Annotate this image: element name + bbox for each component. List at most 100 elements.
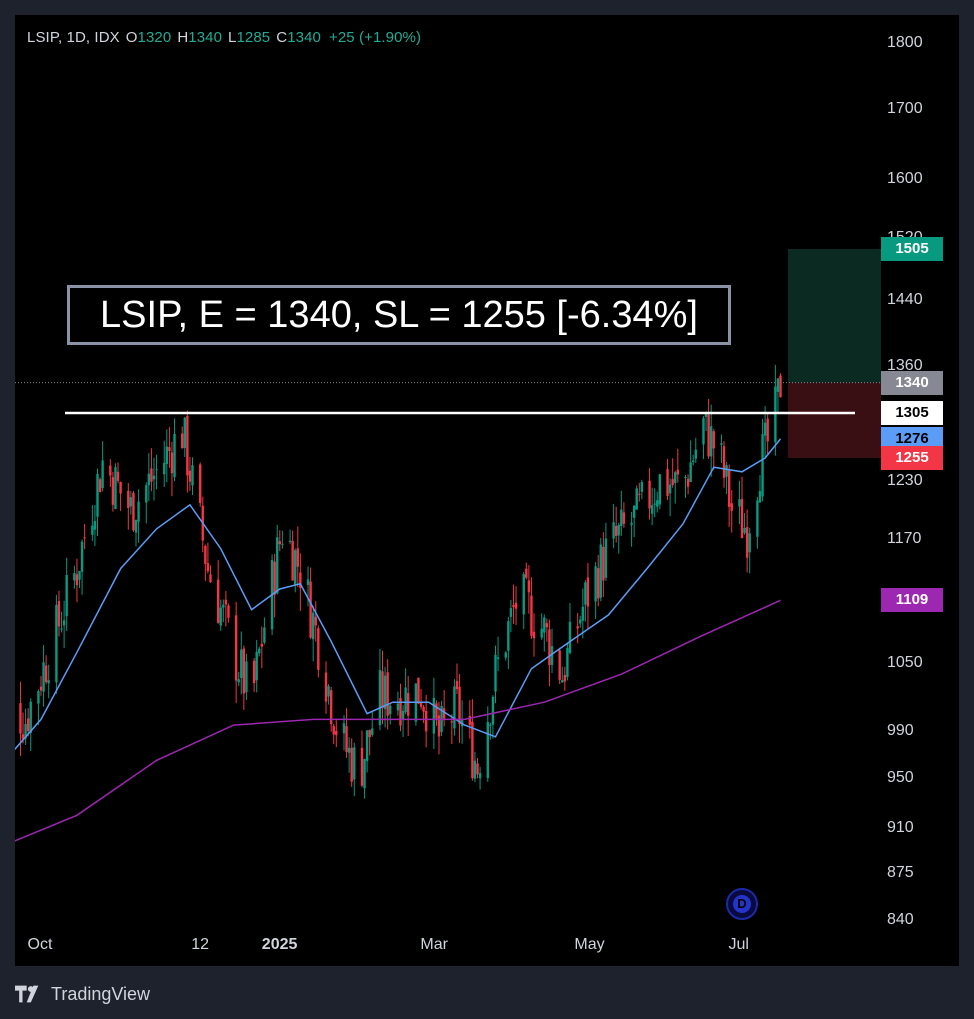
candle-body xyxy=(363,758,366,789)
candle-body xyxy=(432,697,436,734)
candle-body xyxy=(335,730,338,736)
candle-body xyxy=(396,703,400,711)
candle-body xyxy=(586,577,590,607)
candle-body xyxy=(242,648,246,694)
candle-body xyxy=(543,617,546,633)
candle-body xyxy=(568,621,572,653)
trade-annotation-box[interactable]: LSIP, E = 1340, SL = 1255 [-6.34%] xyxy=(67,285,731,345)
chart-panel[interactable]: LSIP, 1D, IDX O1320 H1340 L1285 C1340 +25 (+1… xyxy=(15,15,959,966)
candle-body xyxy=(424,710,428,732)
candle-body xyxy=(684,477,687,479)
price-axis-label: 950 xyxy=(887,769,914,787)
candle-body xyxy=(458,686,461,724)
target-zone[interactable] xyxy=(788,248,881,383)
price-axis-label: 840 xyxy=(887,911,914,928)
candle-body xyxy=(263,627,266,643)
time-axis-label: May xyxy=(574,936,605,953)
candle-body xyxy=(763,422,767,436)
candle-body xyxy=(37,691,40,704)
candle-body xyxy=(91,525,94,535)
candle-body xyxy=(635,488,638,510)
stop-zone[interactable] xyxy=(788,382,881,459)
candle-body xyxy=(96,473,99,517)
candle-body xyxy=(417,677,420,704)
candle-body xyxy=(622,512,626,524)
candle-body xyxy=(604,538,608,578)
candle-body xyxy=(47,680,50,684)
candle-body xyxy=(73,573,76,581)
candle-body xyxy=(694,449,697,459)
candle-body xyxy=(78,571,81,580)
candle-body xyxy=(26,718,30,732)
tradingview-footer[interactable]: TradingView xyxy=(15,981,150,1007)
candle-body xyxy=(204,545,207,564)
candle-body xyxy=(745,527,749,558)
dividend-marker-icon[interactable]: D xyxy=(726,888,758,920)
candle-body xyxy=(692,460,695,462)
candle-body xyxy=(530,595,533,636)
candle-body xyxy=(478,773,482,779)
candle-body xyxy=(389,705,392,715)
candle-body xyxy=(602,546,605,581)
time-axis-label: 12 xyxy=(191,936,209,953)
candle-body xyxy=(504,652,507,658)
candle-body xyxy=(183,417,186,449)
candle-body xyxy=(258,648,261,654)
candle-body xyxy=(422,707,425,712)
ema-long-line xyxy=(15,599,781,842)
candle-body xyxy=(209,574,212,583)
candle-body xyxy=(227,605,230,618)
time-axis-label: Jul xyxy=(728,936,749,953)
price-tag-1340: 1340 xyxy=(881,370,943,395)
candle-body xyxy=(630,522,633,525)
candle-body xyxy=(617,525,620,536)
candle-body xyxy=(656,500,659,507)
candle-body xyxy=(332,726,335,735)
candle-body xyxy=(237,679,240,683)
candle-body xyxy=(514,602,518,609)
price-axis-label: 910 xyxy=(887,818,914,836)
candle-body xyxy=(548,629,551,666)
time-axis-label: 2025 xyxy=(261,936,298,953)
candle-body xyxy=(766,418,769,442)
candle-body xyxy=(75,574,79,586)
candle-body xyxy=(42,662,45,692)
candle-body xyxy=(60,628,63,630)
time-axis-label: Oct xyxy=(27,936,53,953)
candle-body xyxy=(345,726,348,753)
candle-body xyxy=(378,670,382,725)
candle-body xyxy=(674,472,677,484)
candle-body xyxy=(709,426,713,457)
legend-open-label: O xyxy=(125,29,138,46)
candle-body xyxy=(281,543,284,545)
candle-body xyxy=(632,505,636,518)
candle-body xyxy=(132,492,135,531)
candle-body xyxy=(165,446,169,465)
candle-body xyxy=(545,623,549,628)
candle-body xyxy=(686,478,690,487)
candle-body xyxy=(507,621,510,651)
candle-body xyxy=(57,601,61,627)
candle-body xyxy=(496,657,500,659)
candle-body xyxy=(666,469,669,496)
candle-body xyxy=(743,527,746,534)
candle-body xyxy=(114,467,117,510)
candle-body xyxy=(365,730,369,761)
candle-body xyxy=(612,522,615,539)
candle-body xyxy=(234,615,238,681)
candle-body xyxy=(650,505,654,514)
price-tag-1505: 1505 xyxy=(881,236,943,261)
candle-body xyxy=(653,503,656,505)
candle-body xyxy=(116,471,120,481)
candle-body xyxy=(276,537,279,594)
legend-high-value: 1340 xyxy=(188,29,223,46)
price-tag-1305: 1305 xyxy=(881,401,943,426)
candle-body xyxy=(119,481,122,494)
candle-body xyxy=(44,665,48,683)
candle-body xyxy=(199,464,202,504)
candle-body xyxy=(350,747,353,782)
chart-canvas[interactable] xyxy=(15,15,959,966)
candle-body xyxy=(566,648,569,678)
candle-body xyxy=(489,724,492,727)
candle-body xyxy=(145,485,148,503)
